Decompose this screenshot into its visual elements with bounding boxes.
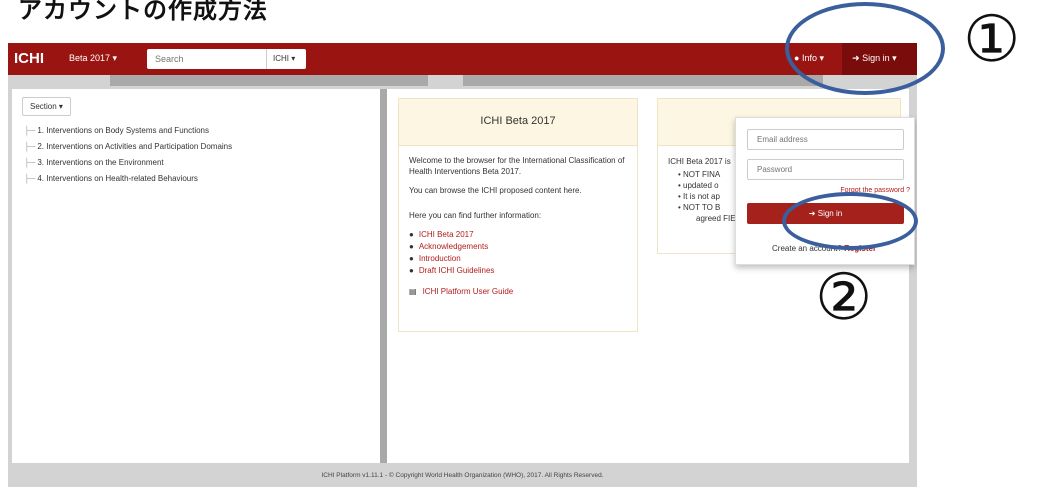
info-icon: ● [409,266,414,275]
link-acknowledgements[interactable]: ● Acknowledgements [409,241,627,252]
tree-item[interactable]: 1. Interventions on Body Systems and Fun… [24,123,232,139]
book-icon: ▤ [409,287,417,296]
link-introduction[interactable]: ● Introduction [409,253,627,264]
page-heading: アカウントの作成方法 [18,0,268,24]
link-ichi-beta[interactable]: ● ICHI Beta 2017 [409,229,627,240]
welcome-text: Welcome to the browser for the Internati… [409,156,625,176]
browse-text: You can browse the ICHI proposed content… [409,186,582,195]
annotation-number: ① [963,3,1021,77]
info-icon: ● [409,242,414,251]
navbar: ICHI Beta 2017 ▾ ICHI ▾ ● Info ▾ ➜ Sign … [8,43,917,75]
welcome-panel: ICHI Beta 2017 Welcome to the browser fo… [398,98,638,332]
hierarchy-pane: Section ▾ 1. Interventions on Body Syste… [12,89,380,463]
annotation-number: ② [815,261,873,335]
tree-item[interactable]: 3. Interventions on the Environment [24,155,232,171]
email-field[interactable] [747,129,904,150]
highlight-oval [782,192,918,250]
link-user-guide[interactable]: ▤ ICHI Platform User Guide [409,286,627,297]
search-input[interactable] [147,49,266,69]
brand-logo[interactable]: ICHI [14,50,44,67]
info-icon: ● [409,254,414,263]
tree-item[interactable]: 4. Interventions on Health-related Behav… [24,171,232,187]
section-button[interactable]: Section ▾ [22,97,71,116]
info-links: ● ICHI Beta 2017 ● Acknowledgements ● Intro… [409,229,627,276]
tab-strip [463,75,823,86]
tree-item[interactable]: 2. Interventions on Activities and Parti… [24,139,232,155]
footer: ICHI Platform v1.11.1 - © Copyright Worl… [8,465,917,487]
browser-frame: ICHI Beta 2017 ▾ ICHI ▾ ● Info ▾ ➜ Sign … [8,43,917,487]
class-tree: 1. Interventions on Body Systems and Fun… [24,123,232,187]
tab-strip [110,75,428,86]
link-guidelines[interactable]: ● Draft ICHI Guidelines [409,265,627,276]
pane-splitter[interactable] [380,89,387,463]
password-field[interactable] [747,159,904,180]
further-text: Here you can find further information: [409,211,542,220]
panel-title: ICHI Beta 2017 [399,99,637,146]
highlight-oval [785,2,945,95]
search-scope-select[interactable]: ICHI ▾ [266,49,306,69]
version-dropdown[interactable]: Beta 2017 ▾ [69,53,117,64]
info-icon: ● [409,230,414,239]
